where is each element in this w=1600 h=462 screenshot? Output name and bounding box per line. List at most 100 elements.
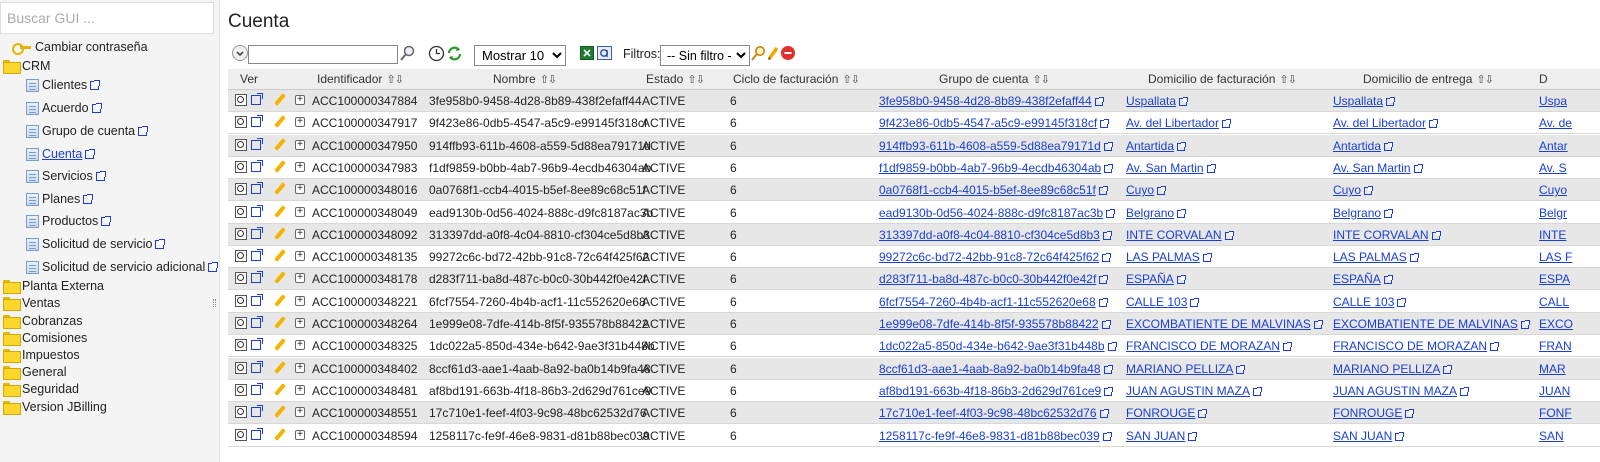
cell-billing[interactable]: FONROUGE	[1126, 406, 1208, 420]
sort-arrows-icon[interactable]: ⇧⇩	[842, 73, 859, 86]
cell-delivery[interactable]: Uspallata	[1333, 94, 1396, 108]
open-external-icon[interactable]	[251, 338, 263, 351]
expand-row-icon[interactable]: +	[295, 407, 305, 418]
export-text-button[interactable]	[597, 46, 612, 60]
view-record-icon[interactable]	[235, 272, 247, 285]
column-header[interactable]: Domicilio de entrega ⇧⇩	[1363, 72, 1494, 86]
search-button[interactable]	[400, 45, 416, 62]
cell-group[interactable]: d283f711-ba8d-487c-b0c0-30b442f0e42f	[879, 272, 1109, 286]
cell-delivery[interactable]: INTE CORVALAN	[1333, 228, 1441, 242]
cell-delivery[interactable]: LAS PALMAS	[1333, 250, 1419, 264]
cell-billing[interactable]: ESPAÑA	[1126, 272, 1186, 286]
cell-extra[interactable]: CALL	[1539, 295, 1569, 309]
edit-pencil-icon[interactable]	[273, 115, 287, 129]
expand-row-icon[interactable]: +	[295, 295, 305, 306]
edit-pencil-icon[interactable]	[273, 93, 287, 107]
view-record-icon[interactable]	[235, 183, 247, 196]
cell-group[interactable]: 6fcf7554-7260-4b4b-acf1-11c552620e68	[879, 295, 1108, 309]
expand-row-icon[interactable]: +	[295, 429, 305, 440]
cell-extra[interactable]: Antar	[1539, 139, 1568, 153]
sidebar-folder[interactable]: Comisiones	[0, 329, 87, 347]
view-record-icon[interactable]	[235, 317, 247, 329]
cell-group[interactable]: 3fe958b0-9458-4d28-8b89-438f2efaff44	[879, 94, 1104, 108]
view-record-icon[interactable]	[235, 294, 247, 307]
export-excel-button[interactable]	[580, 46, 594, 60]
sort-arrows-icon[interactable]: ⇧⇩	[386, 73, 403, 86]
cell-delivery[interactable]: JUAN AGUSTIN MAZA	[1333, 384, 1470, 398]
cell-billing[interactable]: INTE CORVALAN	[1126, 228, 1234, 242]
sidebar-item-change-password[interactable]: Cambiar contraseña	[12, 38, 148, 56]
edit-pencil-icon[interactable]	[273, 316, 287, 330]
sidebar-folder[interactable]: Planta Externa	[0, 277, 104, 295]
cell-group[interactable]: 914ffb93-611b-4608-a559-5d88ea79171d	[879, 139, 1113, 153]
edit-pencil-icon[interactable]	[273, 160, 287, 174]
cell-billing[interactable]: JUAN AGUSTIN MAZA	[1126, 384, 1263, 398]
column-header[interactable]: Domicilio de facturación ⇧⇩	[1148, 72, 1297, 86]
cell-group[interactable]: f1df9859-b0bb-4ab7-96b9-4ecdb46304ab	[879, 161, 1114, 175]
refresh-button[interactable]	[446, 45, 463, 62]
sidebar-item[interactable]: Acuerdo	[26, 99, 102, 117]
view-record-icon[interactable]	[235, 428, 247, 441]
view-record-icon[interactable]	[235, 383, 247, 396]
cell-extra[interactable]: FONF	[1539, 406, 1572, 420]
cell-group[interactable]: 1258117c-fe9f-46e8-9831-d81b88bec039	[879, 429, 1112, 443]
view-record-icon[interactable]	[235, 361, 247, 374]
cell-billing[interactable]: Cuyo	[1126, 183, 1167, 197]
open-external-icon[interactable]	[251, 159, 263, 172]
cell-delivery[interactable]: FRANCISCO DE MORAZAN	[1333, 339, 1500, 353]
view-record-icon[interactable]	[235, 205, 247, 218]
expand-row-icon[interactable]: +	[295, 117, 305, 128]
sidebar-item[interactable]: Grupo de cuenta	[26, 122, 149, 140]
column-header[interactable]: Grupo de cuenta ⇧⇩	[939, 72, 1050, 86]
cell-extra[interactable]: EXCO	[1539, 317, 1573, 331]
cell-billing[interactable]: Antartida	[1126, 139, 1187, 153]
expand-row-icon[interactable]: +	[295, 318, 305, 328]
cell-delivery[interactable]: SAN JUAN	[1333, 429, 1405, 443]
column-header[interactable]: Ciclo de facturación ⇧⇩	[733, 72, 860, 86]
cell-delivery[interactable]: Cuyo	[1333, 183, 1374, 197]
open-external-icon[interactable]	[251, 271, 263, 284]
open-external-icon[interactable]	[251, 115, 263, 128]
cell-delivery[interactable]: Antartida	[1333, 139, 1394, 153]
cell-extra[interactable]: MAR	[1539, 362, 1566, 376]
cell-extra[interactable]: Cuyo	[1539, 183, 1567, 197]
cell-group[interactable]: 8ccf61d3-aae1-4aab-8a92-ba0b14b9fa48	[879, 362, 1113, 376]
view-record-icon[interactable]	[235, 227, 247, 240]
edit-pencil-icon[interactable]	[273, 294, 287, 308]
cell-delivery[interactable]: MARIANO PELLIZA	[1333, 362, 1453, 376]
open-external-icon[interactable]	[251, 204, 263, 217]
sort-arrows-icon[interactable]: ⇧⇩	[540, 73, 557, 86]
sidebar-folder[interactable]: Impuestos	[0, 346, 80, 364]
cell-delivery[interactable]: Av. San Martin	[1333, 161, 1423, 175]
column-header[interactable]: Ver	[240, 72, 258, 86]
cell-group[interactable]: 1dc022a5-850d-434e-b642-9ae3f31b448b	[879, 339, 1117, 353]
edit-pencil-icon[interactable]	[273, 361, 287, 375]
edit-pencil-icon[interactable]	[273, 383, 287, 397]
cell-extra[interactable]: LAS F	[1539, 250, 1572, 264]
filter-delete-button[interactable]	[781, 46, 795, 60]
cell-billing[interactable]: EXCOMBATIENTE DE MALVINAS	[1126, 317, 1323, 331]
cell-billing[interactable]: CALLE 103	[1126, 295, 1200, 309]
cell-extra[interactable]: Av. de	[1539, 116, 1572, 130]
cell-group[interactable]: 0a0768f1-ccb4-4015-b5ef-8ee89c68c51f	[879, 183, 1108, 197]
open-external-icon[interactable]	[251, 293, 263, 306]
open-external-icon[interactable]	[251, 316, 263, 328]
sidebar-item[interactable]: Productos	[26, 212, 112, 230]
cell-billing[interactable]: Uspallata	[1126, 94, 1189, 108]
expand-row-icon[interactable]: +	[295, 273, 305, 284]
sidebar-resize-handle[interactable]	[213, 299, 216, 307]
edit-pencil-icon[interactable]	[273, 338, 287, 352]
column-header[interactable]: D	[1539, 72, 1548, 86]
quick-search-input[interactable]	[248, 45, 398, 64]
sidebar-item[interactable]: Solicitud de servicio adicional	[26, 258, 219, 276]
sidebar-item[interactable]: Solicitud de servicio	[26, 235, 166, 253]
edit-pencil-icon[interactable]	[273, 405, 287, 419]
filter-select[interactable]: -- Sin filtro --	[660, 45, 750, 66]
open-external-icon[interactable]	[251, 93, 263, 105]
sidebar-item[interactable]: Cuenta	[26, 145, 96, 163]
edit-pencil-icon[interactable]	[273, 227, 287, 241]
view-record-icon[interactable]	[235, 160, 247, 173]
expand-row-icon[interactable]: +	[295, 340, 305, 351]
edit-pencil-icon[interactable]	[273, 138, 287, 152]
edit-pencil-icon[interactable]	[273, 205, 287, 219]
